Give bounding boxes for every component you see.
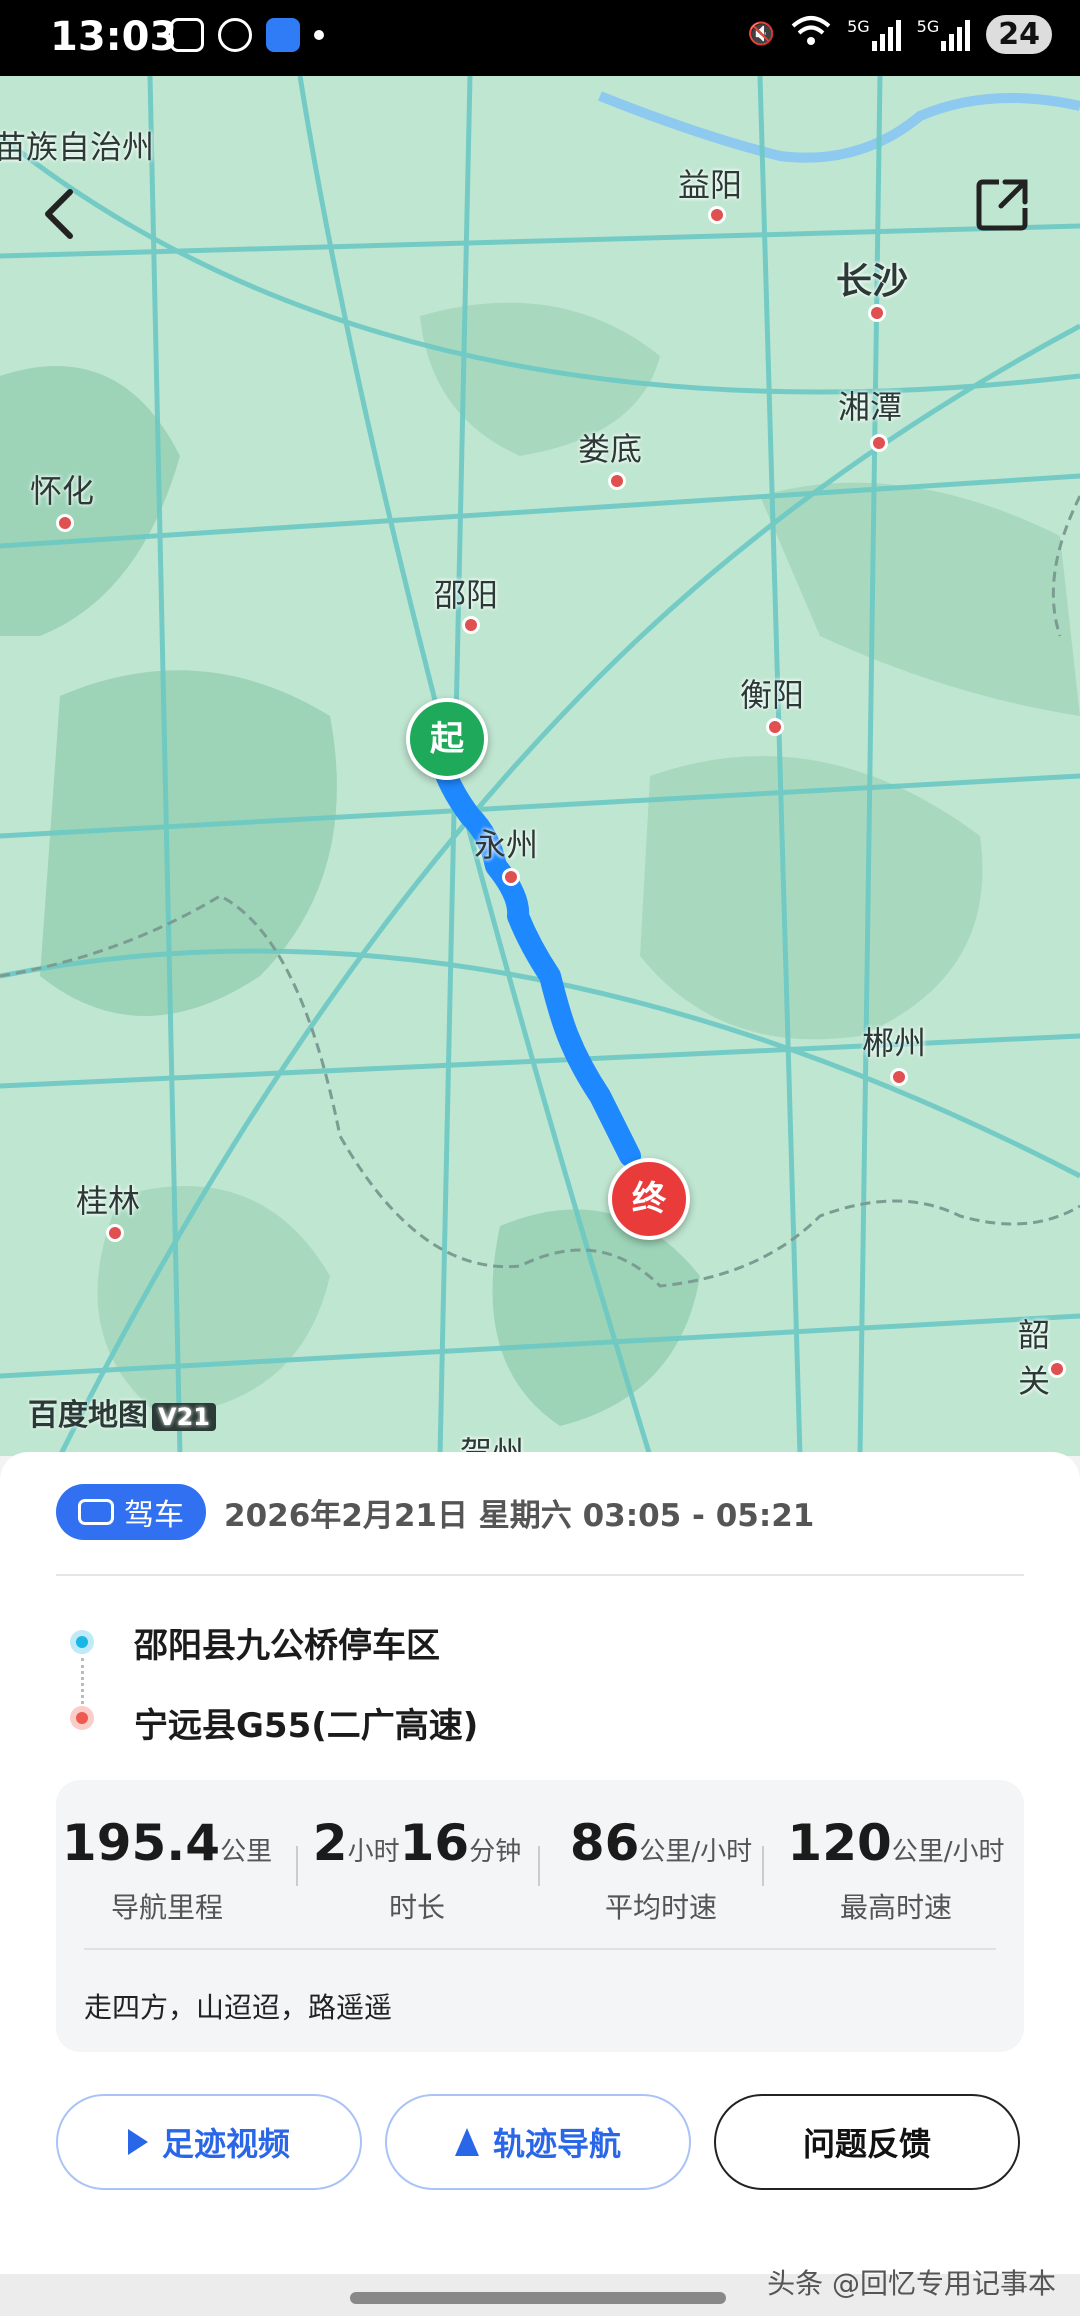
city-dot — [868, 304, 886, 322]
home-indicator[interactable] — [350, 2292, 726, 2304]
status-bar: 13:03 🔇 5G 5G 24 — [0, 0, 1080, 76]
stat-separator — [538, 1846, 540, 1886]
city-label: 桂林 — [76, 1182, 141, 1220]
start-location: 邵阳县九公桥停车区 — [134, 1626, 440, 1666]
stat-max-speed: 120公里/小时 最高时速 — [787, 1814, 1005, 1924]
share-button[interactable] — [975, 176, 1031, 232]
city-label: 邵阳 — [434, 576, 499, 614]
city-dot — [870, 434, 888, 452]
divider — [56, 1574, 1024, 1576]
map-background — [0, 76, 1080, 1456]
footprint-video-button[interactable]: 足迹视频 — [56, 2094, 362, 2190]
stat-separator — [296, 1846, 298, 1886]
city-dot — [106, 1224, 124, 1242]
notification-icons — [170, 18, 324, 52]
card-divider — [84, 1948, 996, 1950]
scan-icon — [170, 18, 204, 52]
city-label: 永州 — [474, 826, 539, 864]
status-right: 🔇 5G 5G 24 — [748, 14, 1052, 54]
end-location: 宁远县G55(二广高速) — [134, 1706, 479, 1746]
city-dot — [462, 616, 480, 634]
trip-slogan: 走四方，山迢迢，路遥遥 — [84, 1991, 393, 2024]
back-arrow-icon — [45, 189, 73, 239]
share-icon — [976, 179, 1028, 231]
trip-stats-card: 195.4公里 导航里程 2小时16分钟 时长 86公里/小时 平均时速 120… — [56, 1780, 1024, 2052]
start-pin[interactable]: 起 — [406, 698, 488, 780]
city-label: 苗族自治州 — [0, 128, 155, 166]
city-dot — [890, 1068, 908, 1086]
app-icon — [266, 18, 300, 52]
start-dot-icon — [70, 1630, 94, 1654]
dot-icon — [314, 30, 324, 40]
route-map[interactable]: 苗族自治州 益阳 长沙 湘潭 娄底 怀化 邵阳 衡阳 永州 郴州 桂林 韶关 贺… — [0, 76, 1080, 1456]
route-time-range: 2026年2月21日 星期六 03:05 - 05:21 — [224, 1497, 815, 1534]
wifi-icon — [791, 14, 831, 54]
city-label: 韶关 — [1018, 1316, 1051, 1400]
city-label: 怀化 — [30, 472, 95, 510]
stat-separator — [762, 1846, 764, 1886]
car-icon — [78, 1499, 114, 1525]
signal-icon-1: 5G — [847, 17, 901, 51]
city-dot — [608, 472, 626, 490]
track-navigation-button[interactable]: 轨迹导航 — [385, 2094, 691, 2190]
city-label: 益阳 — [678, 166, 743, 204]
play-icon — [127, 2129, 148, 2155]
map-logo: 百度地图 V21 — [28, 1390, 216, 1434]
city-dot — [1048, 1360, 1066, 1378]
city-label: 长沙 — [836, 261, 909, 302]
mute-icon: 🔇 — [747, 21, 776, 47]
city-dot — [502, 868, 520, 886]
drive-mode-chip: 驾车 — [56, 1484, 206, 1540]
feedback-button[interactable]: 问题反馈 — [714, 2094, 1020, 2190]
city-label: 衡阳 — [740, 676, 805, 714]
end-pin[interactable]: 终 — [608, 1158, 690, 1240]
navigation-arrow-icon — [454, 2128, 479, 2156]
message-icon — [218, 18, 252, 52]
city-dot — [708, 206, 726, 224]
stat-avg-speed: 86公里/小时 平均时速 — [569, 1814, 753, 1924]
status-time: 13:03 — [50, 14, 178, 60]
city-label: 郴州 — [862, 1024, 927, 1062]
route-connector — [81, 1658, 86, 1704]
battery-indicator: 24 — [986, 14, 1052, 54]
watermark: 头条 @回忆专用记事本 — [767, 2267, 1056, 2300]
city-label: 娄底 — [578, 430, 643, 468]
end-dot-icon — [70, 1706, 94, 1730]
back-button[interactable] — [40, 186, 100, 246]
route-detail-sheet: 驾车 2026年2月21日 星期六 03:05 - 05:21 邵阳县九公桥停车… — [0, 1452, 1080, 2316]
city-label: 湘潭 — [838, 388, 903, 426]
city-dot — [56, 514, 74, 532]
mode-row: 驾车 2026年2月21日 星期六 03:05 - 05:21 — [56, 1484, 814, 1540]
stat-distance: 195.4公里 导航里程 — [61, 1814, 273, 1924]
stat-duration: 2小时16分钟 时长 — [312, 1814, 522, 1924]
city-dot — [766, 718, 784, 736]
signal-icon-2: 5G — [917, 17, 971, 51]
